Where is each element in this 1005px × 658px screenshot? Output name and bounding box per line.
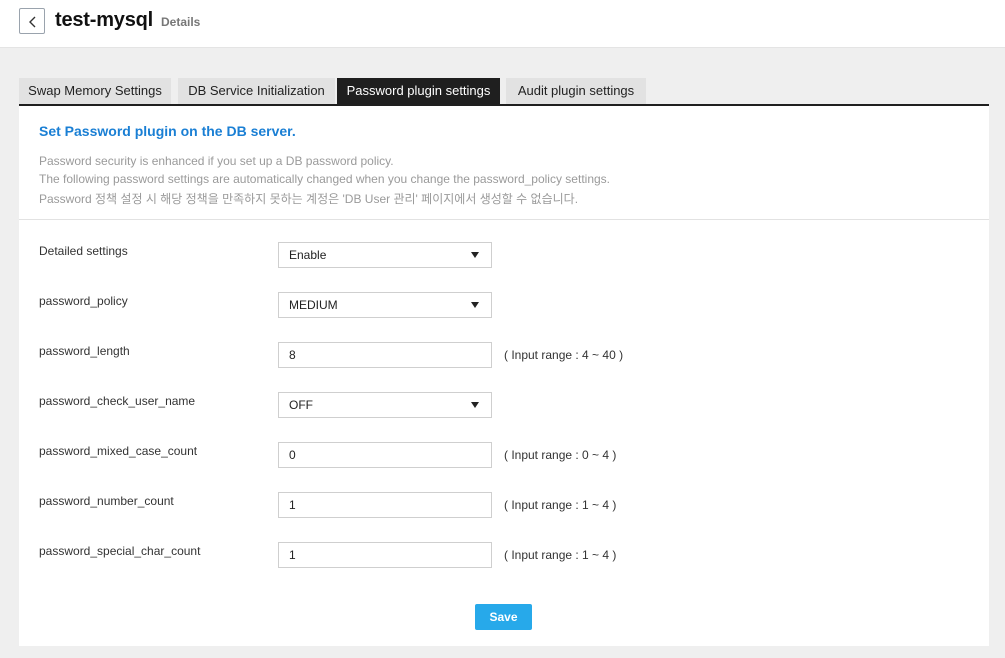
page-title: test-mysql	[55, 9, 154, 31]
password-special-char-count-label: password_special_char_count	[39, 544, 201, 558]
password-check-user-name-label: password_check_user_name	[39, 394, 196, 408]
password-special-char-count-range: ( Input range : 1 ~ 4 )	[504, 548, 617, 562]
notice-line: The following password settings are auto…	[39, 172, 610, 186]
tab-bar: Swap Memory Settings DB Service Initiali…	[19, 78, 989, 106]
tab-password-plugin-settings[interactable]: Password plugin settings	[337, 78, 500, 104]
password-mixed-case-count-label: password_mixed_case_count	[39, 444, 198, 458]
password-policy-value: MEDIUM	[289, 298, 338, 312]
password-length-input[interactable]	[278, 342, 492, 368]
top-bar: test-mysql Details	[0, 0, 1005, 48]
password-number-count-range: ( Input range : 1 ~ 4 )	[504, 498, 617, 512]
settings-panel: Set Password plugin on the DB server. Pa…	[19, 106, 989, 646]
tab-audit-plugin-settings[interactable]: Audit plugin settings	[506, 78, 646, 104]
tab-db-service-initialization[interactable]: DB Service Initialization	[178, 78, 335, 104]
page-subtitle: Details	[161, 15, 201, 29]
notice-line: Password security is enhanced if you set…	[39, 154, 394, 168]
password-check-user-name-value: OFF	[289, 398, 313, 412]
notice-line: Password 정책 설정 시 해당 정책을 만족하지 못하는 계정은 'DB…	[39, 192, 579, 206]
detailed-settings-select[interactable]: Enable	[278, 242, 492, 268]
dropdown-arrow-icon	[471, 252, 479, 258]
notice-heading: Set Password plugin on the DB server.	[39, 123, 296, 139]
password-policy-label: password_policy	[39, 294, 128, 308]
save-button[interactable]: Save	[475, 604, 532, 630]
password-check-user-name-select[interactable]: OFF	[278, 392, 492, 418]
detailed-settings-value: Enable	[289, 248, 327, 262]
password-length-label: password_length	[39, 344, 130, 358]
chevron-left-icon	[29, 16, 36, 28]
password-number-count-input[interactable]	[278, 492, 492, 518]
notice-section: Set Password plugin on the DB server. Pa…	[19, 106, 989, 220]
dropdown-arrow-icon	[471, 302, 479, 308]
tab-swap-memory-settings[interactable]: Swap Memory Settings	[19, 78, 171, 104]
password-policy-select[interactable]: MEDIUM	[278, 292, 492, 318]
dropdown-arrow-icon	[471, 402, 479, 408]
back-button[interactable]	[19, 8, 45, 34]
password-mixed-case-count-range: ( Input range : 0 ~ 4 )	[504, 448, 617, 462]
password-mixed-case-count-input[interactable]	[278, 442, 492, 468]
password-length-range: ( Input range : 4 ~ 40 )	[504, 348, 624, 362]
password-number-count-label: password_number_count	[39, 494, 174, 508]
password-special-char-count-input[interactable]	[278, 542, 492, 568]
detailed-settings-label: Detailed settings	[39, 244, 128, 258]
